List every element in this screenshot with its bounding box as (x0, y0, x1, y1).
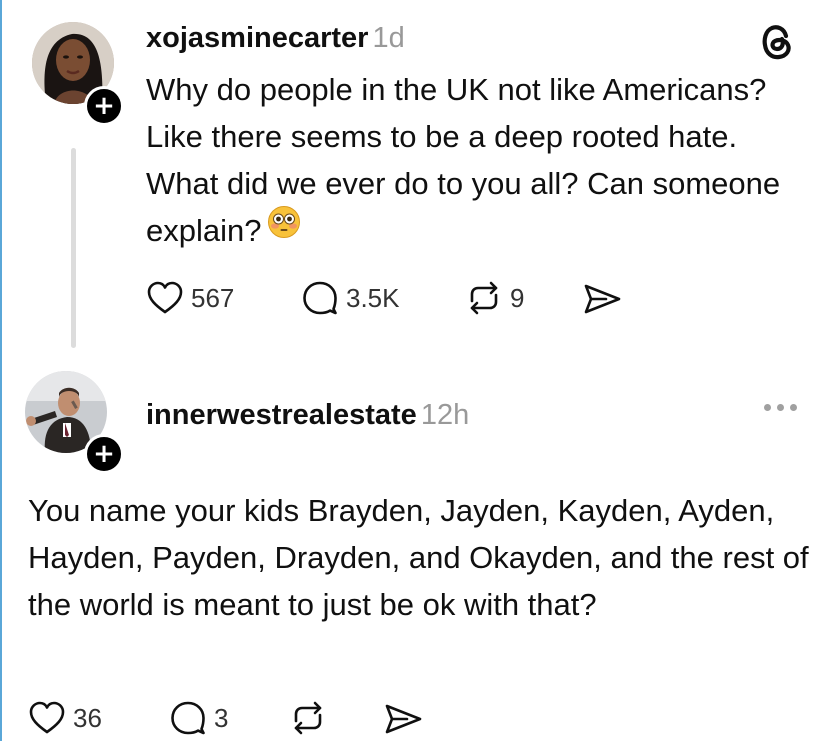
reply-count: 3.5K (346, 282, 400, 313)
repost-count: 9 (510, 282, 525, 313)
repost-arrows-icon (466, 281, 502, 315)
post-body: You name your kids Brayden, Jayden, Kayd… (28, 487, 813, 628)
dot (764, 404, 771, 411)
post-text: You name your kids Brayden, Jayden, Kayd… (28, 493, 809, 622)
post-body: Why do people in the UK not like America… (146, 66, 806, 256)
post-author[interactable]: innerwestrealestate 12h (146, 399, 469, 432)
timestamp: 1d (372, 22, 405, 54)
like-button[interactable]: 36 (29, 701, 102, 735)
follow-plus-icon[interactable]: + (84, 434, 124, 474)
send-icon (582, 283, 622, 315)
post-text: Why do people in the UK not like America… (146, 72, 781, 248)
send-icon (383, 703, 423, 735)
username[interactable]: innerwestrealestate (146, 399, 417, 431)
share-button[interactable] (582, 283, 622, 315)
left-edge-divider (0, 0, 2, 741)
like-button[interactable]: 567 (147, 281, 234, 315)
repost-button[interactable] (290, 701, 326, 735)
username[interactable]: xojasminecarter (146, 22, 368, 54)
heart-icon (29, 701, 65, 735)
flushed-face-icon (267, 205, 301, 252)
follow-plus-icon[interactable]: + (84, 86, 124, 126)
reply-button[interactable]: 3 (170, 701, 228, 735)
dot (790, 404, 797, 411)
comment-bubble-icon (170, 701, 206, 735)
timestamp: 12h (420, 399, 470, 431)
thread-connector-line (71, 148, 76, 348)
reply-button[interactable]: 3.5K (302, 281, 400, 315)
more-dots-icon[interactable] (764, 404, 797, 411)
comment-bubble-icon (302, 281, 338, 315)
repost-arrows-icon (290, 701, 326, 735)
share-button[interactable] (383, 703, 423, 735)
like-count: 36 (73, 702, 102, 733)
post-author[interactable]: xojasminecarter 1d (146, 22, 405, 55)
heart-icon (147, 281, 183, 315)
threads-logo-icon[interactable] (757, 22, 797, 62)
like-count: 567 (191, 282, 235, 313)
reply-count: 3 (214, 702, 229, 733)
dot (777, 404, 784, 411)
repost-button[interactable]: 9 (466, 281, 524, 315)
